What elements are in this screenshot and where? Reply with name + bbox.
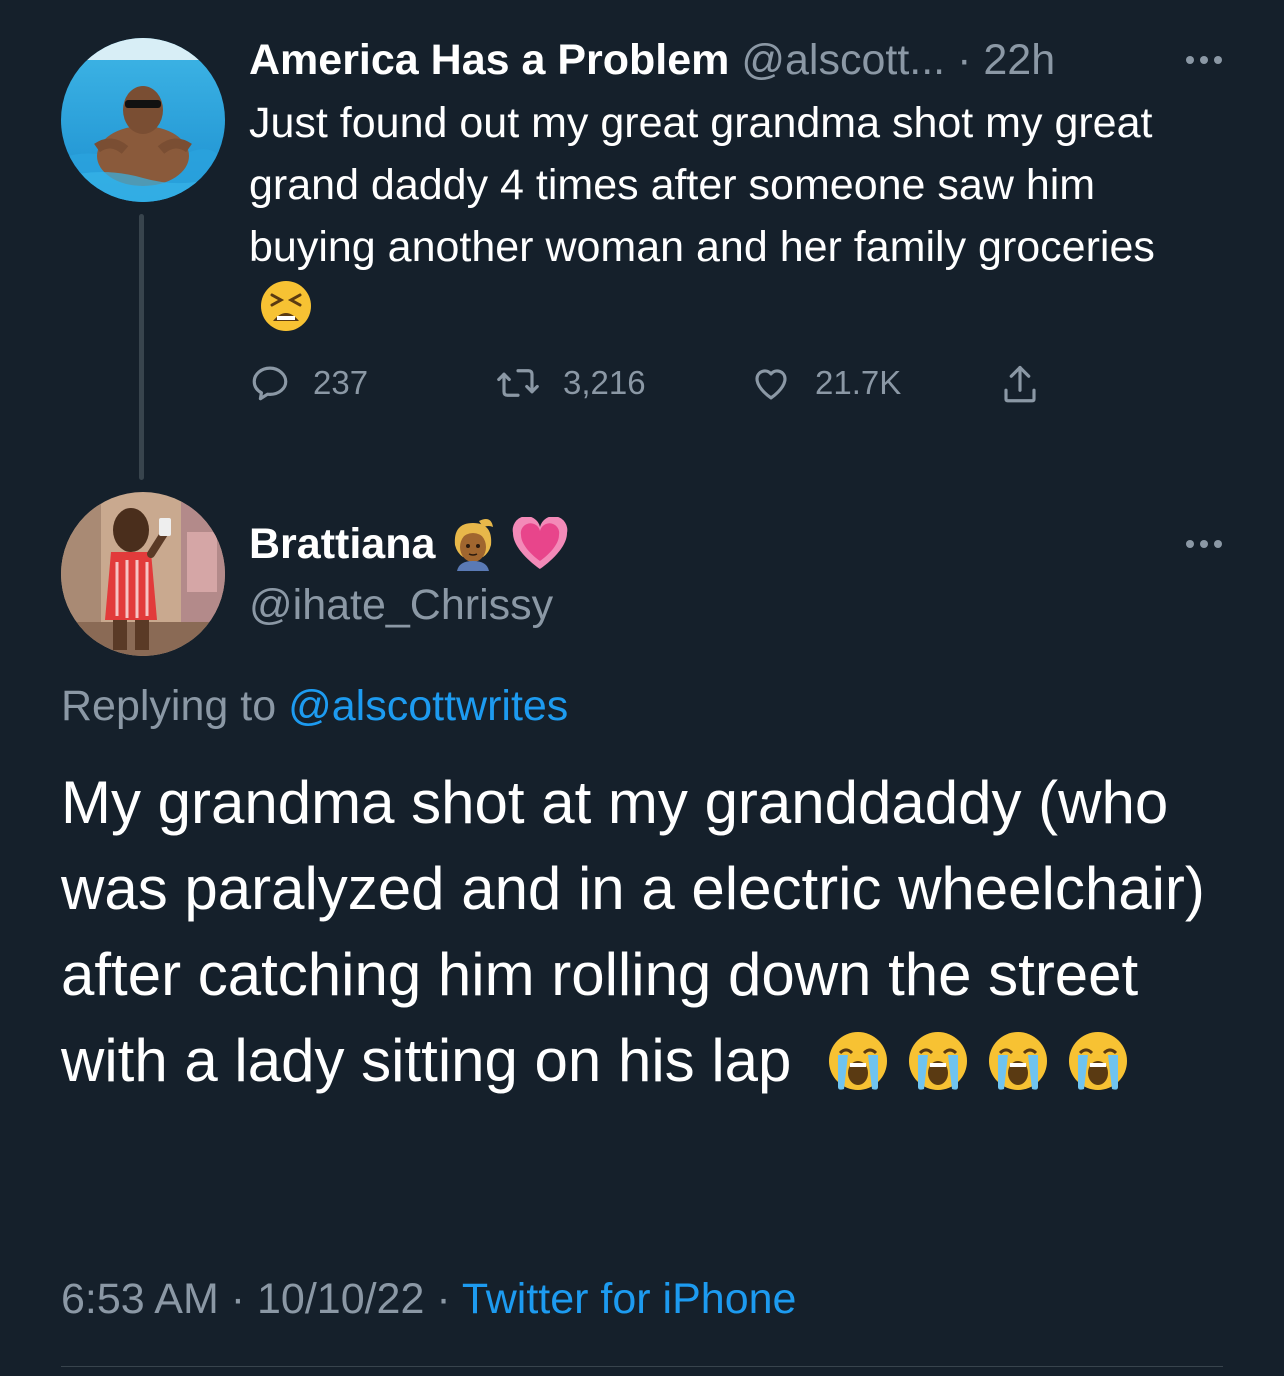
tweet2-author-handle[interactable]: @ihate_Chrissy — [249, 576, 553, 634]
tweet1-header: America Has a Problem @alscott... · 22h — [249, 32, 1055, 88]
loudly-crying-face-icon — [1069, 1032, 1128, 1090]
tweet2-body: My grandma shot at my granddaddy (who wa… — [61, 760, 1231, 1104]
tweet1-body: Just found out my great grandma shot my … — [249, 92, 1209, 350]
bottom-divider — [61, 1366, 1223, 1367]
reply-count: 237 — [313, 364, 369, 401]
tweet2-date[interactable]: 10/10/22 — [257, 1275, 424, 1323]
loudly-crying-face-icon — [909, 1032, 968, 1090]
tweet1-text: Just found out my great grandma shot my … — [249, 99, 1155, 271]
replying-to-handle-link[interactable]: @alscottwrites — [288, 682, 568, 730]
tweet2-source-link[interactable]: Twitter for iPhone — [462, 1275, 797, 1323]
share-icon — [1004, 365, 1036, 403]
avatar-brattiana[interactable] — [61, 492, 225, 656]
more-dot-icon — [1186, 56, 1194, 64]
retweet-icon — [497, 369, 539, 397]
share-button[interactable] — [999, 362, 1041, 408]
like-button[interactable]: 21.7K — [749, 362, 901, 404]
more-dot-icon — [1186, 540, 1194, 548]
tweet2-time[interactable]: 6:53 AM — [61, 1275, 219, 1323]
tweet1-more-options-button[interactable] — [1186, 56, 1222, 64]
replying-to-line: Replying to @alscottwrites — [61, 676, 568, 736]
woman-blond-hair-emoji-icon — [455, 519, 494, 571]
loudly-crying-face-icon — [989, 1032, 1048, 1090]
tweet2-more-options-button[interactable] — [1186, 540, 1222, 548]
meta-separator: · — [230, 1275, 246, 1323]
tweet2-author-name[interactable]: Brattiana — [249, 514, 435, 574]
tweet2-metadata: 6:53 AM · 10/10/22 · Twitter for iPhone — [61, 1268, 796, 1330]
more-dot-icon — [1214, 540, 1222, 548]
tweet1-timestamp[interactable]: 22h — [983, 36, 1055, 84]
tired-face-emoji-icon — [259, 279, 313, 350]
retweet-count: 3,216 — [563, 364, 646, 401]
loudly-crying-face-icon — [829, 1032, 888, 1090]
crying-emoji-group — [826, 1029, 1130, 1093]
tweet1-action-bar: 237 3,216 21.7K — [249, 362, 1069, 416]
tweet1-author-handle[interactable]: @alscott... — [741, 36, 945, 84]
replying-to-label: Replying to — [61, 682, 277, 730]
tweet2-author-name-row[interactable]: Brattiana — [249, 514, 569, 574]
reply-icon — [252, 366, 288, 401]
reply-button[interactable]: 237 — [249, 362, 368, 404]
avatar-america-has-a-problem[interactable] — [61, 38, 225, 202]
more-dot-icon — [1200, 540, 1208, 548]
like-count: 21.7K — [815, 364, 902, 401]
tweet1-separator: · — [957, 36, 972, 84]
meta-separator: · — [436, 1275, 451, 1323]
more-dot-icon — [1200, 56, 1208, 64]
thread-connector-line — [139, 214, 144, 480]
retweet-button[interactable]: 3,216 — [495, 362, 646, 404]
growing-heart-emoji-icon — [513, 517, 568, 569]
heart-icon — [755, 369, 787, 400]
tweet1-author-name[interactable]: America Has a Problem — [249, 36, 729, 84]
more-dot-icon — [1214, 56, 1222, 64]
